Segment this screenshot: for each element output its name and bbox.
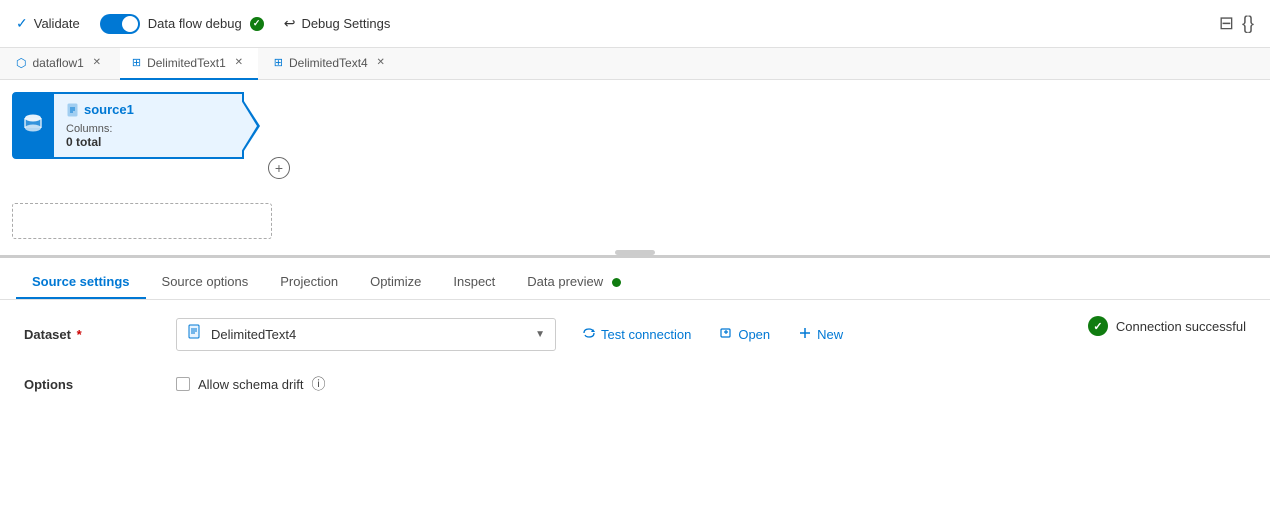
required-star: * [73, 327, 82, 342]
action-buttons: Test connection Open [576, 322, 849, 347]
tab-DelimitedText4[interactable]: ⊞ DelimitedText4 ✕ [262, 48, 400, 80]
node-subtitle: Columns: [66, 123, 230, 135]
panel-tab-projection[interactable]: Projection [264, 264, 354, 299]
schema-drift-checkbox[interactable] [176, 377, 190, 391]
open-icon [719, 326, 733, 343]
options-row: Options Allow schema drift ⓘ [24, 366, 1246, 402]
test-connection-label: Test connection [601, 327, 691, 342]
panel-tabs: Source settings Source options Projectio… [0, 258, 1270, 300]
toolbar-right: ⊟ {} [1219, 13, 1254, 34]
tab-dataflow1-label: dataflow1 [32, 56, 83, 70]
projection-label: Projection [280, 274, 338, 289]
new-icon [798, 326, 812, 343]
tab-dt1-close[interactable]: ✕ [232, 56, 246, 70]
tab-dt1-label: DelimitedText1 [147, 56, 226, 70]
debug-label: Data flow debug [148, 16, 242, 31]
test-connection-button[interactable]: Test connection [576, 322, 697, 347]
connection-check-icon: ✓ [1088, 316, 1108, 336]
optimize-label: Optimize [370, 274, 421, 289]
source-options-label: Source options [162, 274, 249, 289]
test-connection-icon [582, 326, 596, 343]
source1-node[interactable]: source1 Columns: 0 total [12, 92, 244, 159]
debug-settings-icon: ↩ [284, 15, 296, 32]
code-icon[interactable]: {} [1242, 13, 1254, 34]
panel-tab-data-preview[interactable]: Data preview [511, 264, 637, 299]
tab-dataflow1-icon: ⬡ [16, 56, 26, 70]
options-label: Options [24, 377, 164, 392]
node-title: source1 [66, 102, 230, 117]
tab-dt1-icon: ⊞ [132, 56, 141, 69]
node-count: 0 total [66, 135, 230, 149]
tab-DelimitedText1[interactable]: ⊞ DelimitedText1 ✕ [120, 48, 258, 80]
open-label: Open [738, 327, 770, 342]
inspect-label: Inspect [453, 274, 495, 289]
schema-drift-info-icon[interactable]: ⓘ [311, 374, 325, 394]
schema-drift-row: Allow schema drift ⓘ [176, 374, 325, 394]
dataset-value: DelimitedText4 [211, 327, 527, 342]
debug-toggle[interactable] [100, 14, 140, 34]
open-button[interactable]: Open [713, 322, 776, 347]
node-file-icon [66, 103, 80, 117]
debug-toggle-container: Data flow debug [100, 14, 264, 34]
divider-handle[interactable] [615, 250, 655, 255]
panel-tab-source-settings[interactable]: Source settings [16, 264, 146, 299]
panel-tab-inspect[interactable]: Inspect [437, 264, 511, 299]
source-settings-label: Source settings [32, 274, 130, 289]
new-label: New [817, 327, 843, 342]
dataset-label: Dataset * [24, 327, 164, 342]
validate-label: Validate [34, 16, 80, 31]
new-button[interactable]: New [792, 322, 849, 347]
panel-tab-optimize[interactable]: Optimize [354, 264, 437, 299]
debug-settings-button[interactable]: ↩ Debug Settings [284, 15, 391, 32]
tabs-row: ⬡ dataflow1 ✕ ⊞ DelimitedText1 ✕ ⊞ Delim… [0, 48, 1270, 80]
tab-dataflow1[interactable]: ⬡ dataflow1 ✕ [4, 48, 116, 80]
validate-button[interactable]: ✓ Validate [16, 15, 80, 32]
data-preview-dot [612, 278, 621, 287]
node-icon-bar [12, 92, 54, 159]
schema-drift-label: Allow schema drift [198, 377, 303, 392]
dataset-row: Dataset * DelimitedText4 ▼ [24, 316, 1246, 352]
tab-dt4-close[interactable]: ✕ [374, 56, 388, 70]
node-name: source1 [84, 102, 134, 117]
canvas-area: source1 Columns: 0 total + [0, 80, 1270, 258]
tab-dataflow1-close[interactable]: ✕ [90, 56, 104, 70]
tab-dt4-label: DelimitedText4 [289, 56, 368, 70]
data-preview-label: Data preview [527, 274, 603, 289]
debug-status-dot [250, 17, 264, 31]
tab-dt4-icon: ⊞ [274, 56, 283, 69]
validate-check-icon: ✓ [16, 15, 28, 32]
node-body: source1 Columns: 0 total [54, 92, 244, 159]
panel-tab-source-options[interactable]: Source options [146, 264, 265, 299]
layout-icon[interactable]: ⊟ [1219, 13, 1234, 34]
dataset-file-icon [187, 324, 203, 345]
dataset-select[interactable]: DelimitedText4 ▼ [176, 318, 556, 351]
node-plus-button[interactable]: + [268, 157, 290, 179]
node-db-icon [22, 112, 44, 140]
bottom-panel: Source settings Source options Projectio… [0, 258, 1270, 529]
dataset-chevron-icon: ▼ [535, 329, 545, 340]
toolbar: ✓ Validate Data flow debug ↩ Debug Setti… [0, 0, 1270, 48]
dashed-selection-box [12, 203, 272, 239]
connection-status: ✓ Connection successful [1088, 316, 1246, 336]
debug-settings-label: Debug Settings [301, 16, 390, 31]
panel-content: ✓ Connection successful Dataset * Delimi… [0, 300, 1270, 418]
canvas-inner: source1 Columns: 0 total + [0, 80, 1270, 255]
connection-status-text: Connection successful [1116, 319, 1246, 334]
